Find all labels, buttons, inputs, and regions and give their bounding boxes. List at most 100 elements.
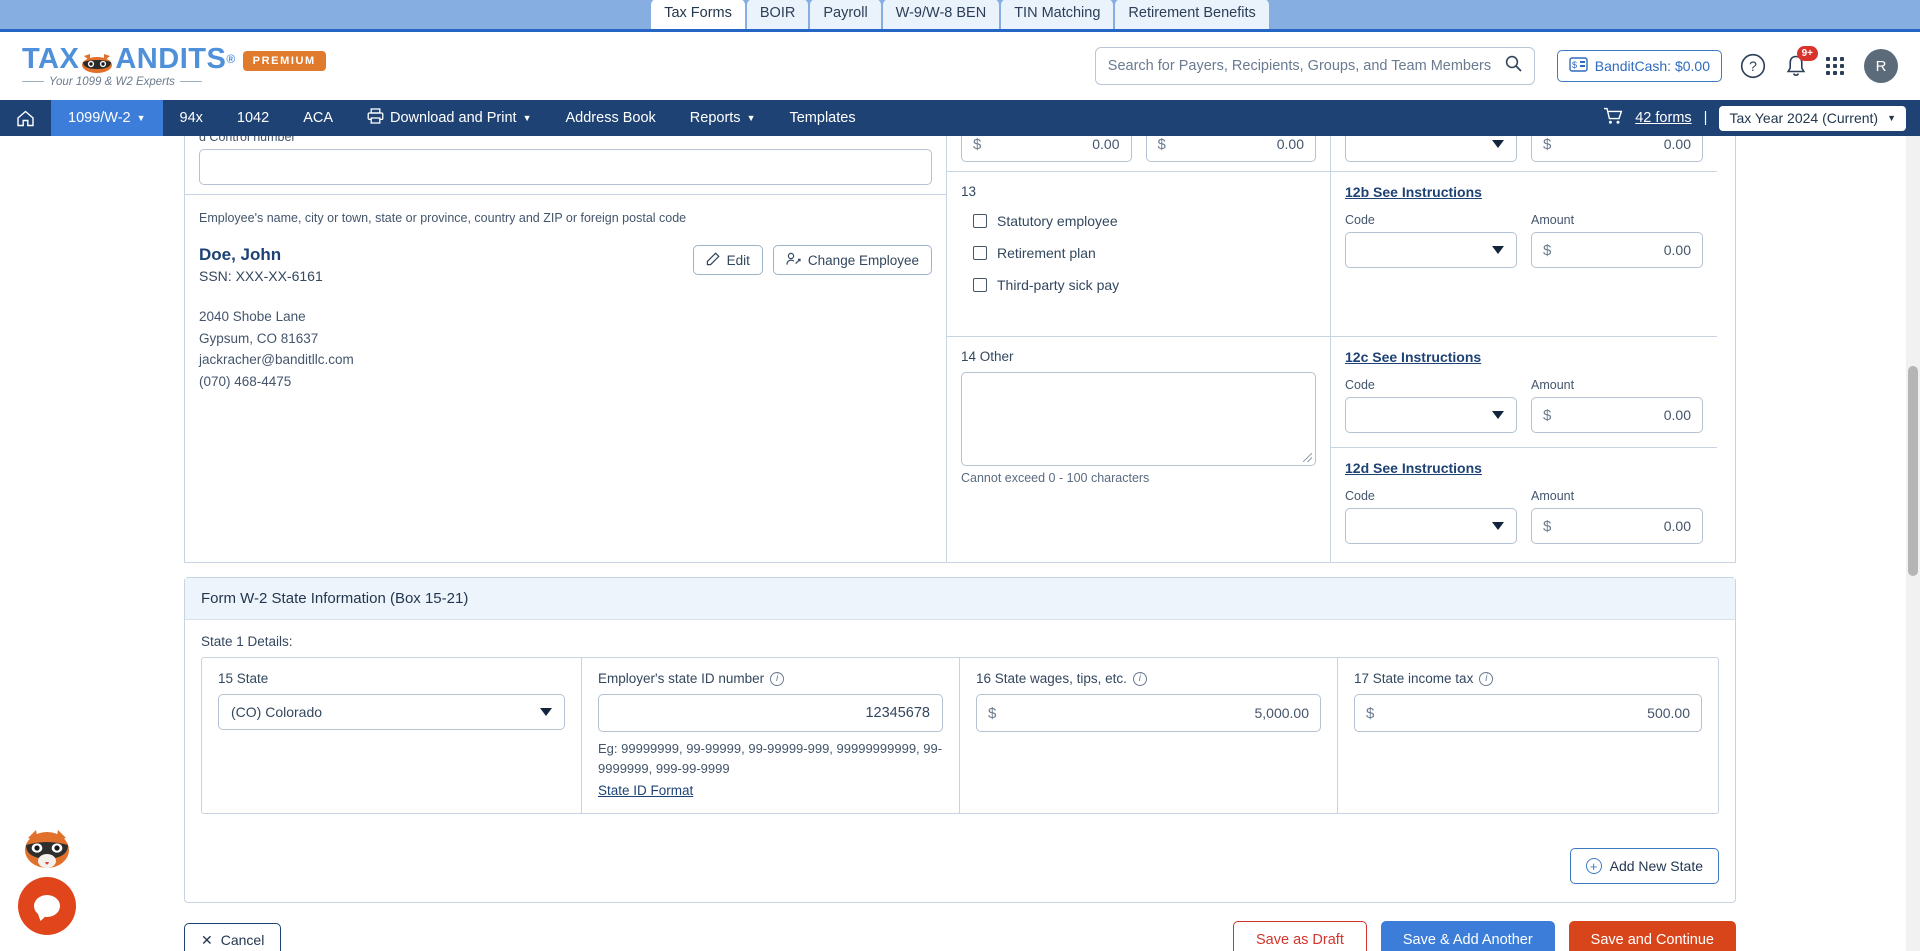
add-new-state-button[interactable]: + Add New State	[1569, 848, 1719, 884]
dollar-sign: $	[1543, 136, 1552, 153]
top-tab-payroll[interactable]: Payroll	[810, 0, 881, 29]
form-scroll-area: d Control number Employee's name, city o…	[0, 136, 1920, 951]
nav-94x[interactable]: 94x	[163, 100, 220, 136]
state-select[interactable]: (CO) Colorado	[218, 694, 565, 730]
nav-aca[interactable]: ACA	[286, 100, 350, 136]
employee-phone: (070) 468-4475	[199, 373, 292, 389]
box12c-amount-value: 0.00	[1663, 407, 1691, 423]
form-footer: ✕ Cancel Save as Draft Save & Add Anothe…	[0, 903, 1920, 951]
chevron-down-icon: ▼	[1887, 112, 1896, 123]
search-input[interactable]	[1107, 58, 1505, 74]
money-field-top-2[interactable]: $ 0.00	[1145, 136, 1316, 162]
employer-state-id-label-row: Employer's state ID number i	[598, 671, 943, 686]
control-number-label: d Control number	[199, 136, 296, 144]
nav-home[interactable]	[0, 100, 51, 136]
box12c-code-label: Code	[1345, 378, 1375, 392]
save-and-add-another-button[interactable]: Save & Add Another	[1380, 921, 1555, 951]
info-icon[interactable]: i	[1132, 671, 1147, 686]
box14-label: 14 Other	[961, 349, 1014, 364]
state-income-tax-input[interactable]: $ 500.00	[1354, 694, 1702, 732]
box14-textarea[interactable]	[961, 372, 1316, 466]
global-search[interactable]	[1094, 47, 1535, 85]
nav-1042[interactable]: 1042	[220, 100, 286, 136]
chat-bubble-icon	[34, 895, 60, 917]
brand-logo[interactable]: TAX ANDITS ® Your 1099 & W2 Experts PREM…	[22, 44, 326, 88]
nav-1099-w2[interactable]: 1099/W-2 ▼	[51, 100, 163, 136]
employer-state-id-input[interactable]: 12345678	[598, 694, 943, 732]
box12c-amount-field[interactable]: $ 0.00	[1531, 397, 1703, 433]
checkbox-third-party-sick-pay[interactable]: Third-party sick pay	[973, 277, 1316, 293]
top-tab-boir[interactable]: BOIR	[746, 0, 809, 29]
plus-circle-icon: +	[1585, 858, 1602, 874]
state-wages-cell: 16 State wages, tips, etc. i $ 5,000.00	[960, 658, 1338, 813]
help-icon[interactable]: ?	[1740, 53, 1766, 79]
box12d-amount-value: 0.00	[1663, 518, 1691, 534]
nav-templates[interactable]: Templates	[772, 100, 872, 136]
w2-form-card: d Control number Employee's name, city o…	[184, 136, 1736, 563]
box12d-amount-field[interactable]: $ 0.00	[1531, 508, 1703, 544]
box12a-code-select[interactable]	[1345, 136, 1517, 162]
chevron-down-icon	[1492, 140, 1504, 148]
info-icon[interactable]: i	[770, 671, 785, 686]
checkbox-label: Retirement plan	[997, 245, 1096, 261]
box12b-amount-label: Amount	[1531, 213, 1575, 227]
tax-year-select[interactable]: Tax Year 2024 (Current) ▼	[1719, 105, 1906, 131]
search-icon[interactable]	[1505, 55, 1522, 77]
checkbox-retirement-plan[interactable]: Retirement plan	[973, 245, 1316, 261]
add-new-state-row: + Add New State	[185, 832, 1735, 902]
change-employee-button[interactable]: Change Employee	[772, 245, 932, 275]
state-wages-input[interactable]: $ 5,000.00	[976, 694, 1321, 732]
checkbox-statutory-employee[interactable]: Statutory employee	[973, 213, 1316, 229]
box12a-amount-value: 0.00	[1663, 136, 1691, 152]
checkbox-box[interactable]	[973, 214, 987, 228]
box12b-code-select[interactable]	[1345, 232, 1517, 268]
info-icon[interactable]: i	[1479, 671, 1494, 686]
cancel-button[interactable]: ✕ Cancel	[184, 923, 282, 951]
chevron-down-icon	[1492, 522, 1504, 530]
employee-details-cell: Employee's name, city or town, state or …	[185, 195, 946, 525]
box12b-code-label: Code	[1345, 213, 1375, 227]
box13-number: 13	[961, 184, 977, 199]
box14-hint: Cannot exceed 0 - 100 characters	[961, 471, 1150, 485]
box12c-instructions-link[interactable]: 12c See Instructions	[1345, 349, 1481, 365]
top-tab-w9-w8ben[interactable]: W-9/W-8 BEN	[882, 0, 1000, 29]
dollar-sign: $	[1157, 136, 1166, 153]
box12d-instructions-link[interactable]: 12d See Instructions	[1345, 460, 1482, 476]
edit-employee-button[interactable]: Edit	[692, 245, 763, 275]
box12a-amount-field[interactable]: $ 0.00	[1531, 136, 1703, 162]
box12d-code-label: Code	[1345, 489, 1375, 503]
box12b-amount-field[interactable]: $ 0.00	[1531, 232, 1703, 268]
nav-label-1099-w2: 1099/W-2	[68, 110, 131, 126]
premium-badge: PREMIUM	[242, 50, 326, 71]
forms-count-link[interactable]: 42 forms	[1635, 110, 1691, 126]
top-tab-tax-forms[interactable]: Tax Forms	[651, 0, 745, 29]
control-number-input[interactable]	[199, 149, 932, 185]
cart-icon[interactable]	[1603, 107, 1623, 129]
notifications-bell-icon[interactable]: 9+	[1784, 45, 1818, 79]
box12d-code-select[interactable]	[1345, 508, 1517, 544]
scrollbar-thumb[interactable]	[1908, 366, 1918, 576]
product-tab-strip: Tax Forms BOIR Payroll W-9/W-8 BEN TIN M…	[0, 0, 1920, 32]
nav-label-download-and-print: Download and Print	[390, 110, 517, 126]
banditcash-button[interactable]: $ BanditCash: $0.00	[1556, 50, 1722, 82]
money-field-top-1[interactable]: $ 0.00	[961, 136, 1132, 162]
box12b-instructions-link[interactable]: 12b See Instructions	[1345, 184, 1482, 200]
top-tab-tin-matching[interactable]: TIN Matching	[1001, 0, 1114, 29]
nav-reports[interactable]: Reports ▼	[673, 100, 773, 136]
checkbox-box[interactable]	[973, 278, 987, 292]
save-as-draft-button[interactable]: Save as Draft	[1233, 921, 1367, 951]
employee-address-line2: Gypsum, CO 81637	[199, 330, 319, 346]
user-avatar[interactable]: R	[1864, 49, 1898, 83]
state-information-card: Form W-2 State Information (Box 15-21) S…	[184, 577, 1736, 903]
box12c-code-select[interactable]	[1345, 397, 1517, 433]
top-tab-retirement-benefits[interactable]: Retirement Benefits	[1115, 0, 1269, 29]
state-id-format-link[interactable]: State ID Format	[598, 783, 693, 798]
apps-grid-icon[interactable]	[1826, 57, 1844, 75]
chat-bubble-button[interactable]	[18, 877, 76, 935]
nav-download-and-print[interactable]: Download and Print ▼	[350, 100, 548, 136]
nav-address-book[interactable]: Address Book	[549, 100, 673, 136]
save-and-continue-button[interactable]: Save and Continue	[1568, 921, 1736, 951]
page-scrollbar[interactable]	[1906, 136, 1920, 951]
checkbox-box[interactable]	[973, 246, 987, 260]
employee-column: d Control number Employee's name, city o…	[185, 136, 947, 562]
